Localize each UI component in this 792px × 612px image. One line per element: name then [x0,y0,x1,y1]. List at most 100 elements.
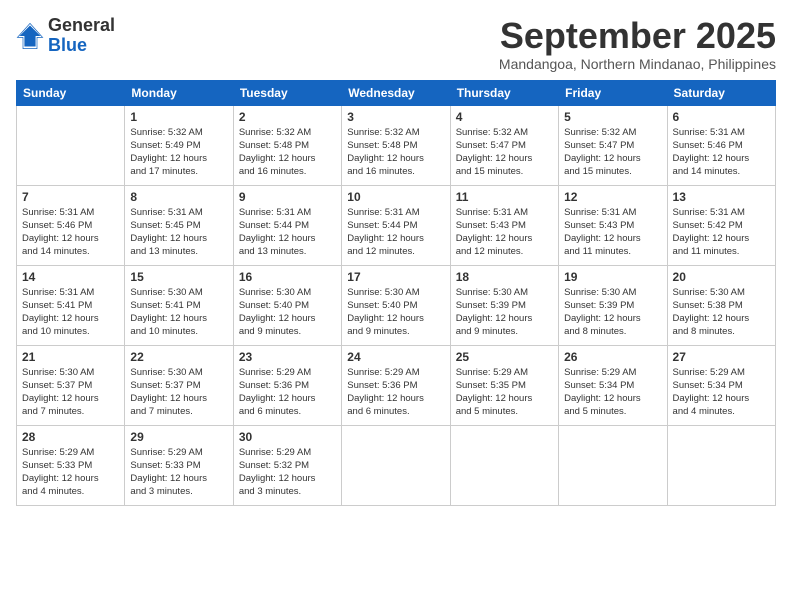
calendar-cell-1-3: 10 Sunrise: 5:31 AMSunset: 5:44 PMDayligh… [342,185,450,265]
day-info: Sunrise: 5:30 AMSunset: 5:41 PMDaylight:… [130,286,227,339]
header-sunday: Sunday [17,80,125,105]
calendar-cell-3-5: 26 Sunrise: 5:29 AMSunset: 5:34 PMDayligh… [559,345,667,425]
calendar-cell-0-2: 2 Sunrise: 5:32 AMSunset: 5:48 PMDaylight… [233,105,341,185]
day-info: Sunrise: 5:30 AMSunset: 5:38 PMDaylight:… [673,286,770,339]
day-number: 25 [456,350,553,364]
day-number: 10 [347,190,444,204]
day-info: Sunrise: 5:32 AMSunset: 5:48 PMDaylight:… [347,126,444,179]
day-info: Sunrise: 5:29 AMSunset: 5:34 PMDaylight:… [564,366,661,419]
day-number: 13 [673,190,770,204]
day-info: Sunrise: 5:31 AMSunset: 5:44 PMDaylight:… [347,206,444,259]
day-info: Sunrise: 5:32 AMSunset: 5:49 PMDaylight:… [130,126,227,179]
day-info: Sunrise: 5:29 AMSunset: 5:34 PMDaylight:… [673,366,770,419]
calendar-cell-3-6: 27 Sunrise: 5:29 AMSunset: 5:34 PMDayligh… [667,345,775,425]
header-tuesday: Tuesday [233,80,341,105]
calendar-cell-4-0: 28 Sunrise: 5:29 AMSunset: 5:33 PMDayligh… [17,425,125,505]
title-section: September 2025 Mandangoa, Northern Minda… [499,16,776,72]
header-monday: Monday [125,80,233,105]
page-header: General Blue September 2025 Mandangoa, N… [16,16,776,72]
day-number: 23 [239,350,336,364]
calendar-cell-2-4: 18 Sunrise: 5:30 AMSunset: 5:39 PMDayligh… [450,265,558,345]
day-number: 21 [22,350,119,364]
day-info: Sunrise: 5:32 AMSunset: 5:47 PMDaylight:… [456,126,553,179]
header-thursday: Thursday [450,80,558,105]
calendar-cell-1-6: 13 Sunrise: 5:31 AMSunset: 5:42 PMDayligh… [667,185,775,265]
day-info: Sunrise: 5:32 AMSunset: 5:48 PMDaylight:… [239,126,336,179]
location-title: Mandangoa, Northern Mindanao, Philippine… [499,56,776,72]
calendar-cell-2-0: 14 Sunrise: 5:31 AMSunset: 5:41 PMDayligh… [17,265,125,345]
calendar-cell-3-3: 24Sunrise: 5:29 AMSunset: 5:36 PMDayligh… [342,345,450,425]
day-number: 3 [347,110,444,124]
day-info: Sunrise: 5:31 AMSunset: 5:43 PMDaylight:… [564,206,661,259]
day-number: 22 [130,350,227,364]
day-info: Sunrise: 5:30 AMSunset: 5:39 PMDaylight:… [564,286,661,339]
calendar-cell-0-0 [17,105,125,185]
calendar-table: Sunday Monday Tuesday Wednesday Thursday… [16,80,776,506]
day-info: Sunrise: 5:30 AMSunset: 5:40 PMDaylight:… [347,286,444,339]
day-number: 9 [239,190,336,204]
calendar-cell-1-2: 9 Sunrise: 5:31 AMSunset: 5:44 PMDaylight… [233,185,341,265]
day-number: 26 [564,350,661,364]
day-info: Sunrise: 5:31 AMSunset: 5:44 PMDaylight:… [239,206,336,259]
calendar-cell-0-3: 3 Sunrise: 5:32 AMSunset: 5:48 PMDaylight… [342,105,450,185]
day-number: 15 [130,270,227,284]
calendar-cell-1-5: 12 Sunrise: 5:31 AMSunset: 5:43 PMDayligh… [559,185,667,265]
day-number: 7 [22,190,119,204]
day-info: Sunrise: 5:31 AMSunset: 5:46 PMDaylight:… [673,126,770,179]
calendar-cell-2-3: 17 Sunrise: 5:30 AMSunset: 5:40 PMDayligh… [342,265,450,345]
calendar-cell-0-6: 6 Sunrise: 5:31 AMSunset: 5:46 PMDaylight… [667,105,775,185]
week-row-3: 14 Sunrise: 5:31 AMSunset: 5:41 PMDayligh… [17,265,776,345]
day-number: 29 [130,430,227,444]
day-info: Sunrise: 5:31 AMSunset: 5:45 PMDaylight:… [130,206,227,259]
logo: General Blue [16,16,115,56]
day-info: Sunrise: 5:29 AMSunset: 5:36 PMDaylight:… [239,366,336,419]
day-info: Sunrise: 5:31 AMSunset: 5:41 PMDaylight:… [22,286,119,339]
week-row-1: 1Sunrise: 5:32 AMSunset: 5:49 PMDaylight… [17,105,776,185]
logo-icon [16,22,44,50]
calendar-cell-4-4 [450,425,558,505]
day-number: 19 [564,270,661,284]
week-row-5: 28 Sunrise: 5:29 AMSunset: 5:33 PMDayligh… [17,425,776,505]
day-number: 2 [239,110,336,124]
week-row-2: 7 Sunrise: 5:31 AMSunset: 5:46 PMDaylight… [17,185,776,265]
day-info: Sunrise: 5:31 AMSunset: 5:46 PMDaylight:… [22,206,119,259]
logo-text: General Blue [48,16,115,56]
calendar-cell-4-2: 30Sunrise: 5:29 AMSunset: 5:32 PMDayligh… [233,425,341,505]
day-number: 18 [456,270,553,284]
header-wednesday: Wednesday [342,80,450,105]
header-friday: Friday [559,80,667,105]
header-saturday: Saturday [667,80,775,105]
day-number: 16 [239,270,336,284]
calendar-cell-3-2: 23 Sunrise: 5:29 AMSunset: 5:36 PMDayligh… [233,345,341,425]
calendar-cell-0-1: 1Sunrise: 5:32 AMSunset: 5:49 PMDaylight… [125,105,233,185]
calendar-cell-2-6: 20Sunrise: 5:30 AMSunset: 5:38 PMDayligh… [667,265,775,345]
day-info: Sunrise: 5:29 AMSunset: 5:35 PMDaylight:… [456,366,553,419]
day-info: Sunrise: 5:29 AMSunset: 5:36 PMDaylight:… [347,366,444,419]
day-number: 17 [347,270,444,284]
day-info: Sunrise: 5:30 AMSunset: 5:40 PMDaylight:… [239,286,336,339]
calendar-cell-4-3 [342,425,450,505]
day-number: 8 [130,190,227,204]
day-info: Sunrise: 5:31 AMSunset: 5:43 PMDaylight:… [456,206,553,259]
day-number: 28 [22,430,119,444]
day-number: 5 [564,110,661,124]
day-number: 4 [456,110,553,124]
calendar-cell-3-0: 21 Sunrise: 5:30 AMSunset: 5:37 PMDayligh… [17,345,125,425]
day-number: 14 [22,270,119,284]
day-number: 27 [673,350,770,364]
calendar-cell-4-6 [667,425,775,505]
weekday-header-row: Sunday Monday Tuesday Wednesday Thursday… [17,80,776,105]
calendar-cell-1-4: 11Sunrise: 5:31 AMSunset: 5:43 PMDayligh… [450,185,558,265]
day-info: Sunrise: 5:30 AMSunset: 5:37 PMDaylight:… [22,366,119,419]
day-info: Sunrise: 5:30 AMSunset: 5:39 PMDaylight:… [456,286,553,339]
calendar-cell-2-1: 15 Sunrise: 5:30 AMSunset: 5:41 PMDayligh… [125,265,233,345]
calendar-cell-4-5 [559,425,667,505]
day-info: Sunrise: 5:29 AMSunset: 5:33 PMDaylight:… [22,446,119,499]
calendar-cell-4-1: 29Sunrise: 5:29 AMSunset: 5:33 PMDayligh… [125,425,233,505]
day-info: Sunrise: 5:30 AMSunset: 5:37 PMDaylight:… [130,366,227,419]
calendar-cell-3-1: 22 Sunrise: 5:30 AMSunset: 5:37 PMDayligh… [125,345,233,425]
week-row-4: 21 Sunrise: 5:30 AMSunset: 5:37 PMDayligh… [17,345,776,425]
day-number: 6 [673,110,770,124]
day-info: Sunrise: 5:31 AMSunset: 5:42 PMDaylight:… [673,206,770,259]
day-number: 12 [564,190,661,204]
